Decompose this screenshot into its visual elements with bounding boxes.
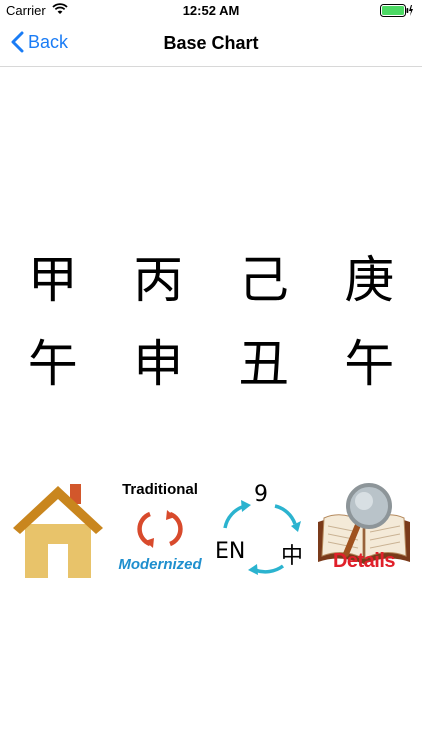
english-label: EN [215, 539, 246, 564]
page-title: Base Chart [163, 33, 259, 53]
status-bar: Carrier 12:52 AM [0, 0, 422, 22]
branch-cell-1: 午 [27, 335, 78, 393]
action-toolbar: Traditional Modernized 9 EN 中 Details [0, 476, 422, 586]
clock: 12:52 AM [182, 3, 240, 18]
branch-cell-3: 丑 [238, 335, 289, 393]
stem-cell-3: 己 [238, 251, 289, 309]
language-switch-button[interactable]: 9 EN 中 [215, 476, 310, 586]
details-label: Details [332, 550, 396, 572]
details-button[interactable]: Details [314, 476, 414, 586]
home-button[interactable] [10, 476, 106, 586]
cycle-arrows-icon [137, 510, 183, 548]
number-label: 9 [254, 482, 268, 507]
modernized-label: Modernized [118, 556, 202, 573]
house-icon [13, 484, 103, 578]
earthly-branches-row: 午 申 丑 午 [0, 334, 422, 394]
branch-cell-2: 申 [133, 335, 184, 393]
stem-cell-4: 庚 [344, 251, 395, 309]
traditional-modernized-toggle[interactable]: Traditional Modernized [112, 476, 208, 586]
battery-icon [380, 4, 413, 17]
heavenly-stems-row: 甲 丙 己 庚 [0, 250, 422, 310]
navigation-bar: Back Base Chart [0, 22, 422, 67]
chinese-label: 中 [281, 544, 304, 569]
branch-cell-4: 午 [344, 335, 395, 393]
traditional-label: Traditional [122, 481, 198, 498]
stem-cell-2: 丙 [133, 251, 184, 309]
stem-cell-1: 甲 [27, 251, 78, 309]
